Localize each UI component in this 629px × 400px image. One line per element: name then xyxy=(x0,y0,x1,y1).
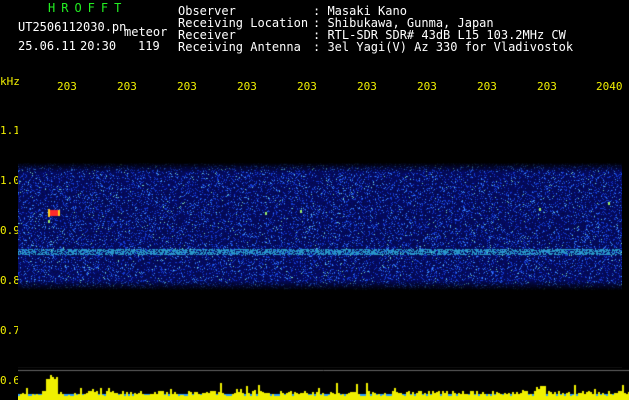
time-tick: 203 xyxy=(477,80,497,93)
antenna-value: : 3el Yagi(V) Az 330 for Vladivostok xyxy=(313,40,574,54)
app-brand: HROFFT xyxy=(48,1,128,15)
antenna-label: Receiving Antenna xyxy=(178,40,301,54)
time-tick: 203 xyxy=(297,80,317,93)
time-tick: 203 xyxy=(117,80,137,93)
time-tick: 203 xyxy=(57,80,77,93)
meteor-count: 119 xyxy=(138,39,160,53)
time-tick: 203 xyxy=(237,80,257,93)
capture-time: 20:30 xyxy=(80,39,117,53)
freq-tick: 1.1 xyxy=(0,124,20,137)
time-tick: 2040 xyxy=(596,80,623,93)
freq-unit-label: kHz xyxy=(0,75,20,88)
freq-tick: 0.9 xyxy=(0,224,20,237)
mode-label: meteor xyxy=(124,25,168,39)
freq-tick: 0.7 xyxy=(0,324,20,337)
freq-tick: 0.8 xyxy=(0,274,20,287)
freq-tick: 0.6 xyxy=(0,374,20,387)
freq-tick: 1.0 xyxy=(0,174,20,187)
capture-date: 25.06.11 xyxy=(18,39,76,53)
spectrogram-plot xyxy=(18,100,622,370)
time-tick: 203 xyxy=(357,80,377,93)
echo-count-histogram xyxy=(18,368,629,400)
file-name: UT2506112030.pn xyxy=(18,20,127,34)
time-tick: 203 xyxy=(417,80,437,93)
time-tick: 203 xyxy=(537,80,557,93)
time-tick: 203 xyxy=(177,80,197,93)
